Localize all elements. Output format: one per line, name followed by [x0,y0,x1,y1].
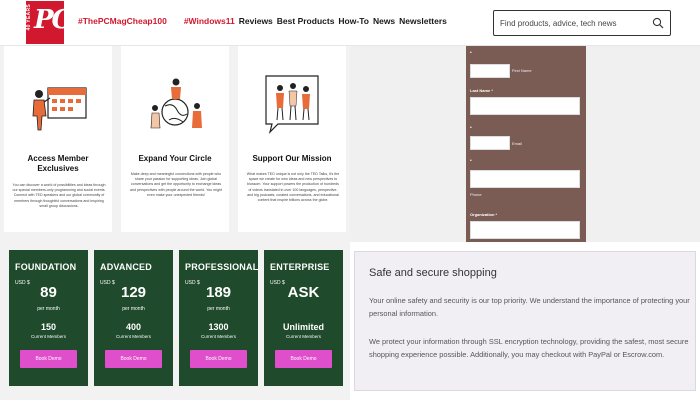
plan-members-label: Current Members [30,334,66,339]
calendar-person-illustration [32,87,87,131]
nav-link-cheap100[interactable]: #ThePCMagCheap100 [78,16,167,26]
book-demo-button[interactable]: Book Demo [105,350,162,368]
last-name-label: Last Name * [470,88,493,93]
nav-link-how-to[interactable]: How-To [338,16,369,26]
globe-people-illustration [150,78,202,129]
feature-title-line: Exclusives [37,164,79,173]
plan-period: per month [122,306,145,312]
organization-label: Organization * [470,212,498,217]
feature-card-circle: Expand Your Circle Make deep and meaning… [121,46,229,232]
required-bullet: • [470,50,472,56]
plan-members: Unlimited [282,322,324,332]
email-field[interactable] [470,136,510,150]
plan-name: PROFESSIONAL [185,262,259,272]
phone-field[interactable] [470,170,580,188]
plan-price: 129 [120,284,147,301]
plan-period: per month [207,306,230,312]
required-bullet: • [470,158,472,164]
nav-link-newsletters[interactable]: Newsletters [399,16,447,26]
feature-title-line: Access Member [27,154,89,163]
plan-card-professional: PROFESSIONAL USD $ 189 per month 1300 Cu… [179,250,258,386]
last-name-field[interactable] [470,97,580,115]
feature-title-line: Expand Your Circle [138,154,212,163]
feature-title: Expand Your Circle [125,154,225,164]
feature-title: Support Our Mission [242,154,342,164]
plan-card-foundation: FOUNDATION USD $ 89 per month 150 Curren… [9,250,88,386]
logo-years-text: 40 YEARS [26,4,32,31]
pcmag-logo[interactable]: 40 YEARS PC [26,1,72,44]
plan-price: 89 [40,284,57,301]
search-icon[interactable] [652,17,664,29]
plan-name: ENTERPRISE [270,262,330,272]
first-name-field[interactable] [470,64,510,78]
logo-mark: PC [34,5,72,35]
safe-shopping-panel: Safe and secure shopping Your online saf… [354,251,696,391]
safe-shopping-title: Safe and secure shopping [369,267,497,279]
nav-link-reviews[interactable]: Reviews [239,16,273,26]
speech-people-illustration [265,75,319,134]
plan-name: ADVANCED [100,262,152,272]
feature-title-line: Support Our Mission [252,154,332,163]
plan-name: FOUNDATION [15,262,77,272]
nav-link-best-products[interactable]: Best Products [277,16,335,26]
plan-price: ASK [287,284,320,301]
book-demo-button[interactable]: Book Demo [190,350,247,368]
feature-card-exclusives: Access Member Exclusives You can discove… [4,46,112,232]
search-input[interactable]: Find products, advice, tech news [500,19,617,28]
nav-spacer [171,16,180,26]
feature-description: You can discover a world of possibilitie… [12,183,106,208]
plan-members: 150 [40,322,57,332]
plan-members: 400 [125,322,142,332]
feature-description: What makes TED unique is not only the TE… [246,172,340,203]
feature-description: Make deep and meaningful connections wit… [130,172,222,197]
nav-link-news[interactable]: News [373,16,395,26]
first-name-label: First Name [512,68,532,73]
plan-period: per month [37,306,60,312]
plan-members: 1300 [208,322,229,332]
feature-card-mission: Support Our Mission What makes TED uniqu… [238,46,346,232]
email-label: Email [512,141,523,146]
organization-field[interactable] [470,221,580,239]
plan-members-label: Current Members [115,334,151,339]
plan-card-advanced: ADVANCED USD $ 129 per month 400 Current… [94,250,173,386]
features-section: Access Member Exclusives You can discove… [0,46,350,242]
feature-title: Access Member Exclusives [8,154,108,174]
plan-card-enterprise: ENTERPRISE USD $ ASK Unlimited Current M… [264,250,343,386]
book-demo-button[interactable]: Book Demo [275,350,332,368]
plan-members-label: Current Members [200,334,236,339]
book-demo-button[interactable]: Book Demo [20,350,77,368]
plan-members-label: Current Members [285,334,321,339]
site-header: 40 YEARS PC #ThePCMagCheap100 #Windows11… [0,0,700,46]
nav-link-windows11[interactable]: #Windows11 [184,16,235,26]
safe-shopping-paragraph: We protect your information through SSL … [369,337,689,359]
plan-price: 189 [205,284,232,301]
required-bullet: • [470,125,472,131]
main-nav: #ThePCMagCheap100 #Windows11 Reviews Bes… [78,16,447,26]
signup-form: • First Name Last Name * • Email • Phone… [466,46,586,242]
phone-label: Phone [470,192,482,197]
search-box[interactable]: Find products, advice, tech news [493,10,671,36]
safe-shopping-paragraph: Your online safety and security is our t… [369,296,690,318]
